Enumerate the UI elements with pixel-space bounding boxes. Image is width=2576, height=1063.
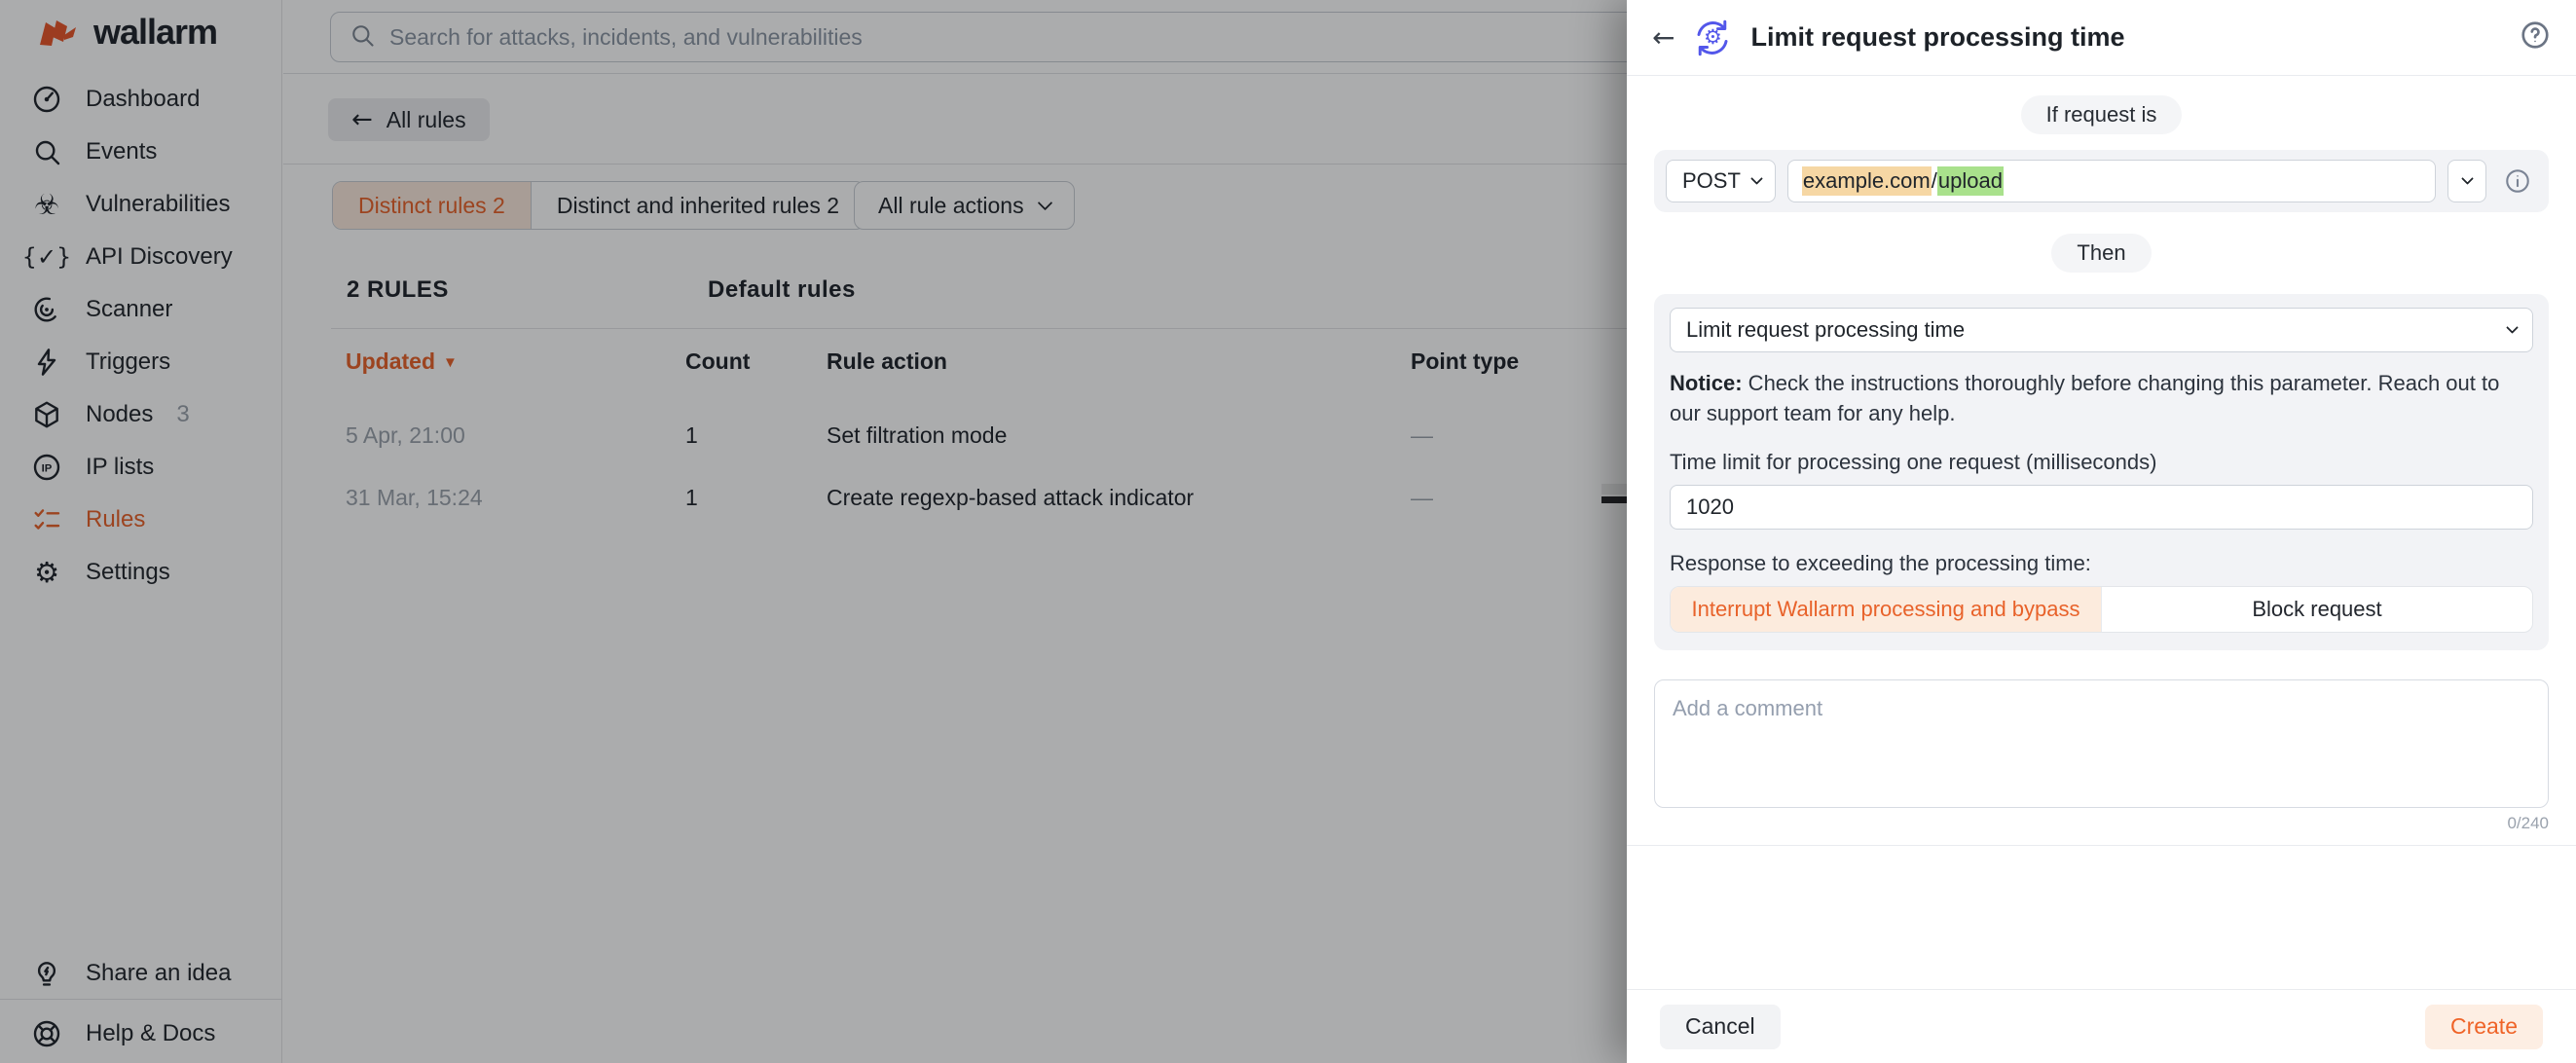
response-label: Response to exceeding the processing tim… [1670,551,2533,576]
notice-text: Notice: Check the instructions thoroughl… [1670,368,2533,428]
if-request-is-pill: If request is [2021,95,2183,134]
wallarm-app: wallarm Dashboard Events ☣ Vulnerabiliti… [0,0,2576,1063]
create-button[interactable]: Create [2425,1005,2543,1049]
chevron-down-icon [2461,172,2474,185]
rule-action-value: Limit request processing time [1686,317,1965,343]
uri-options-dropdown-button[interactable] [2447,160,2486,202]
response-segmented-control: Interrupt Wallarm processing and bypass … [1670,586,2533,633]
method-value: POST [1682,168,1741,194]
panel-header: ← ⚙ Limit request processing time [1627,0,2576,76]
panel-title: Limit request processing time [1750,22,2124,53]
condition-row: POST example.com/upload [1654,150,2549,212]
comment-textarea[interactable] [1654,679,2549,808]
rule-action-select[interactable]: Limit request processing time [1670,308,2533,352]
panel-back-button[interactable]: ← [1652,21,1674,54]
cancel-button[interactable]: Cancel [1660,1005,1781,1049]
gear-icon: ⚙ [1704,27,1722,48]
help-icon[interactable] [2520,19,2551,55]
uri-input[interactable]: example.com/upload [1787,160,2436,202]
uri-host-token: example.com [1802,166,1932,196]
chevron-down-icon [2506,321,2519,334]
panel-divider [1627,845,2576,846]
panel-footer: Cancel Create [1627,989,2576,1063]
uri-path-token: upload [1937,166,2004,196]
option-interrupt-bypass[interactable]: Interrupt Wallarm processing and bypass [1671,587,2101,632]
chevron-down-icon [1750,172,1763,185]
processing-settings-icon: ⚙ [1692,18,1733,58]
option-block-request[interactable]: Block request [2101,587,2532,632]
char-counter: 0/240 [1654,814,2549,833]
action-card: Limit request processing time Notice: Ch… [1654,294,2549,650]
time-limit-label: Time limit for processing one request (m… [1670,450,2533,475]
time-limit-input[interactable] [1670,485,2533,530]
then-pill: Then [2051,234,2151,273]
info-icon[interactable] [2498,167,2537,195]
panel-body: If request is POST example.com/upload [1627,95,2576,846]
rule-editor-panel: ← ⚙ Limit request processing time If req… [1627,0,2576,1063]
method-select[interactable]: POST [1666,160,1776,202]
